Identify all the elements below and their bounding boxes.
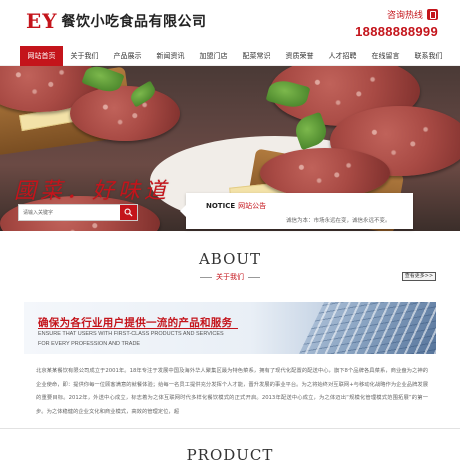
nav-item-home[interactable]: 网站首页 [20,46,63,66]
divider-line [248,276,260,278]
nav-item-contact[interactable]: 联系我们 [407,46,450,66]
building-image [299,302,436,354]
banner-salami [260,148,390,198]
about-banner-en2: FOR EVERY PROFESSION AND TRADE [38,341,141,347]
nav-item-honors[interactable]: 资质荣誉 [278,46,321,66]
banner-slogan: 國菜．好味道 [14,179,171,204]
notice-panel: NOTICE 网站公告 诚信为本：市场永远在变，诚信永远不变。 [180,193,413,229]
notice-arrow [180,205,186,217]
site-header: EY 餐饮小吃食品有限公司 咨询热线 18888888999 [0,0,460,42]
logo-mark: EY [26,9,58,33]
about-banner: 确保为各行业用户提供一流的产品和服务 ENSURE THAT USERS WIT… [24,302,436,354]
nav-item-tips[interactable]: 配菜常识 [235,46,278,66]
about-more-button[interactable]: 查看更多>> [402,272,436,281]
product-heading: PRODUCT [186,446,274,463]
company-name: 餐饮小吃食品有限公司 [61,14,207,30]
hotline-label: 咨询热线 [386,11,423,21]
about-description: 北京某某餐饮有限公司成立于2001年。18年专注于发展中国及海外华人聚集区最为特… [36,368,428,415]
search-icon [124,208,133,217]
nav-item-products[interactable]: 产品展示 [106,46,149,66]
notice-text[interactable]: 诚信为本：市场永远在变，诚信永远不变。 [286,216,391,224]
notice-title-cn: 网站公告 [238,202,267,210]
main-nav: 网站首页 关于我们 产品展示 新闻资讯 加盟门店 配菜常识 资质荣誉 人才招聘 … [0,46,460,66]
about-banner-en1: ENSURE THAT USERS WITH FIRST-CLASS PRODU… [38,331,224,337]
hotline-number: 18888888999 [355,24,438,39]
about-banner-underline [38,328,238,329]
nav-item-jobs[interactable]: 人才招聘 [321,46,364,66]
notice-title-en: NOTICE [206,202,236,210]
nav-item-message[interactable]: 在线留言 [364,46,407,66]
about-subheading: 关于我们 [0,272,460,282]
nav-item-about[interactable]: 关于我们 [63,46,106,66]
search-input[interactable] [19,205,120,220]
section-divider [0,428,460,429]
logo[interactable]: EY 餐饮小吃食品有限公司 [26,9,207,33]
phone-icon [427,9,438,20]
about-subtitle: 关于我们 [216,273,244,281]
about-heading: ABOUT [198,250,262,268]
search-button[interactable] [120,205,137,220]
divider-line [200,276,212,278]
notice-title: NOTICE 网站公告 [206,201,266,211]
nav-item-news[interactable]: 新闻资讯 [149,46,192,66]
banner-salami [70,86,180,141]
search-box [18,204,138,221]
nav-item-stores[interactable]: 加盟门店 [192,46,235,66]
hotline: 咨询热线 18888888999 [355,8,438,39]
